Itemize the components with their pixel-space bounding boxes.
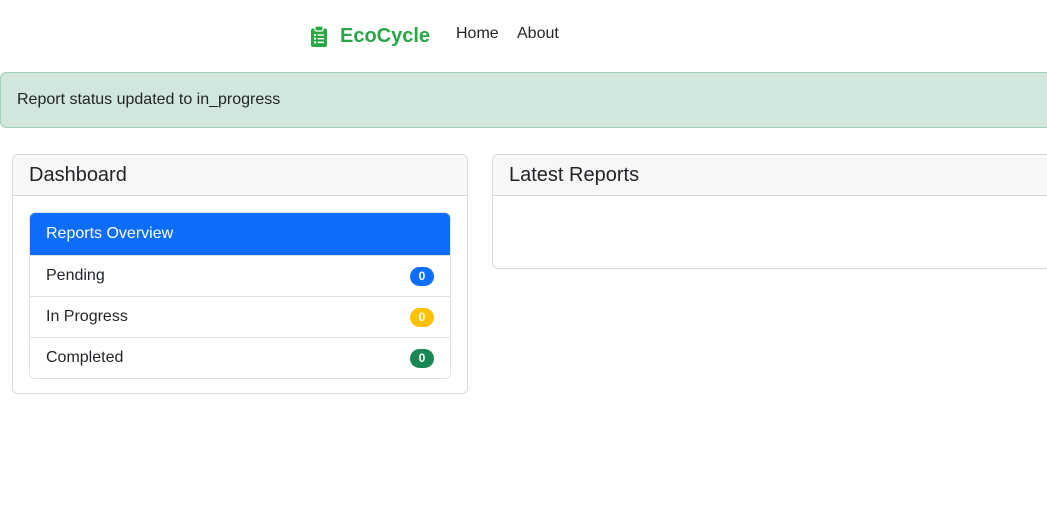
list-item-completed: Completed 0 xyxy=(30,337,450,378)
dashboard-card-header: Dashboard xyxy=(13,155,467,196)
alert-message: Report status updated to in_progress xyxy=(17,91,281,108)
navbar: EcoCycle Home About xyxy=(0,0,1047,72)
success-alert: Report status updated to in_progress xyxy=(0,72,1047,128)
status-badge: 0 xyxy=(410,266,434,286)
brand-name: EcoCycle xyxy=(340,24,431,47)
reports-overview-header: Reports Overview xyxy=(30,213,450,255)
list-item-pending: Pending 0 xyxy=(30,255,450,296)
latest-reports-card-header: Latest Reports xyxy=(493,155,1047,196)
latest-reports-title: Latest Reports xyxy=(509,163,640,186)
status-badge: 0 xyxy=(410,307,434,327)
reports-overview-title: Reports Overview xyxy=(46,225,174,242)
dashboard-title: Dashboard xyxy=(29,163,127,186)
reports-overview-list: Reports Overview Pending 0 In Progress 0… xyxy=(29,212,451,379)
status-label: In Progress xyxy=(46,308,128,325)
status-label: Pending xyxy=(46,267,105,284)
list-item-in-progress: In Progress 0 xyxy=(30,296,450,337)
clipboard-icon xyxy=(311,25,327,47)
status-badge: 0 xyxy=(410,348,434,368)
nav-link-home[interactable]: Home xyxy=(456,25,499,43)
nav-link-about[interactable]: About xyxy=(517,25,559,43)
latest-reports-card: Latest Reports xyxy=(492,154,1047,269)
dashboard-card: Dashboard Reports Overview Pending 0 In … xyxy=(12,154,468,394)
brand-link[interactable]: EcoCycle xyxy=(311,22,430,50)
status-label: Completed xyxy=(46,349,124,366)
